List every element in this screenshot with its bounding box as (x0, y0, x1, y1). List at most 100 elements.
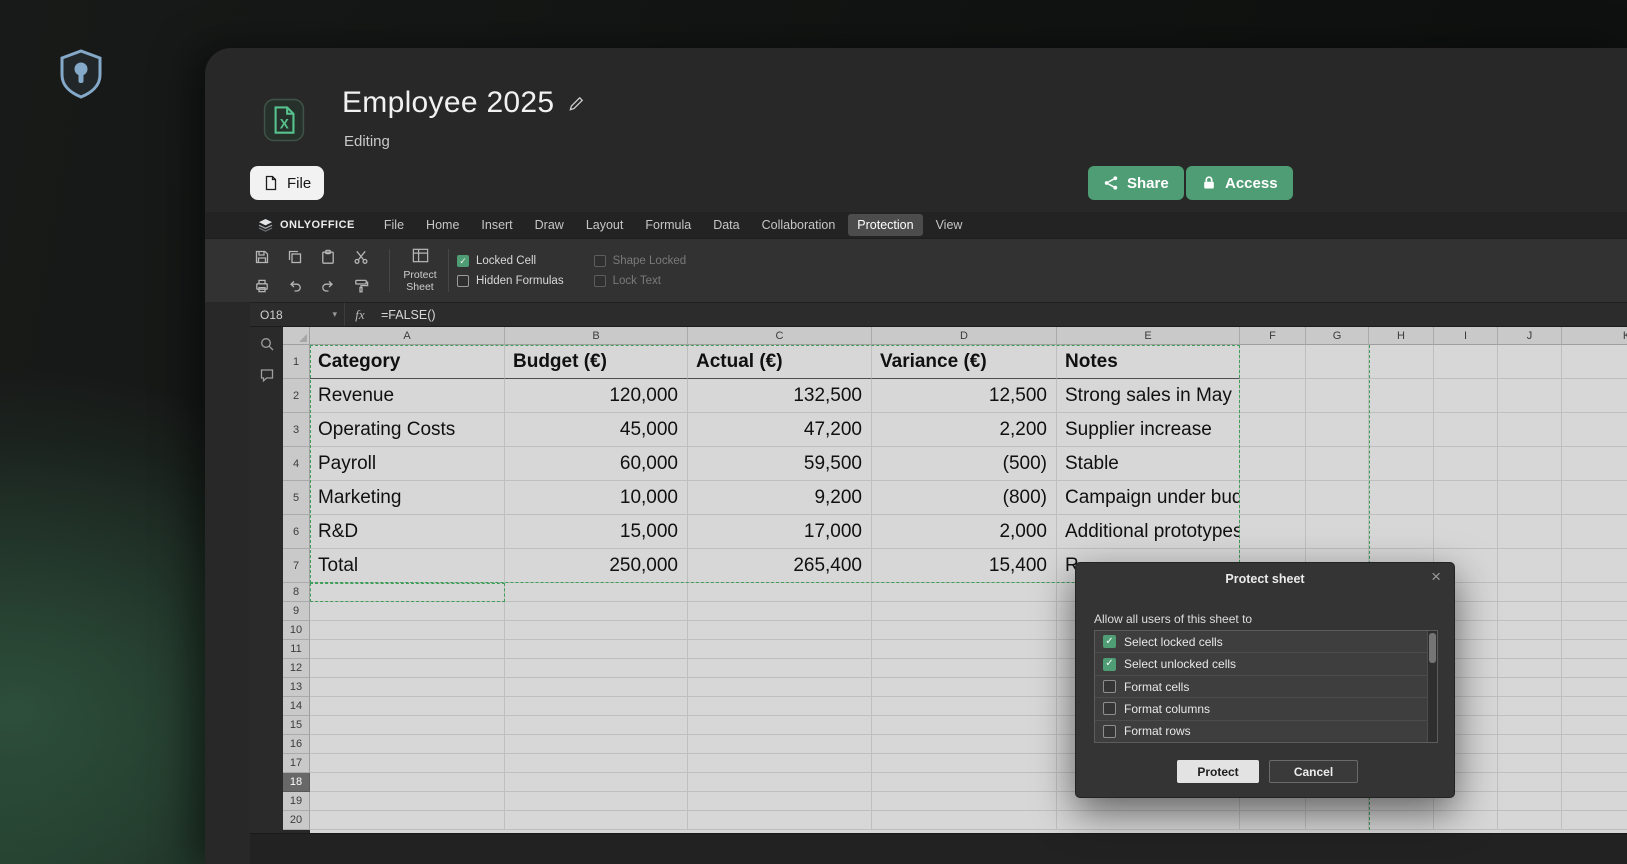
cell-I6[interactable] (1434, 515, 1498, 549)
cell-K15[interactable] (1562, 716, 1627, 735)
cell-C2[interactable]: 132,500 (688, 379, 872, 413)
row-header-4[interactable]: 4 (283, 447, 310, 481)
tab-formula[interactable]: Formula (636, 214, 700, 236)
cell-E3[interactable]: Supplier increase (1057, 413, 1240, 447)
cell-H20[interactable] (1369, 811, 1434, 830)
cell-A11[interactable] (310, 640, 505, 659)
cell-J14[interactable] (1498, 697, 1562, 716)
cell-name-box[interactable]: O18 ▾ (250, 303, 345, 326)
cell-G1[interactable] (1306, 345, 1369, 379)
row-header-13[interactable]: 13 (283, 678, 310, 697)
cell-G4[interactable] (1306, 447, 1369, 481)
cell-B18[interactable] (505, 773, 688, 792)
cell-D10[interactable] (872, 621, 1057, 640)
column-header-G[interactable]: G (1306, 327, 1369, 345)
cell-F4[interactable] (1240, 447, 1306, 481)
cell-C15[interactable] (688, 716, 872, 735)
cell-B6[interactable]: 15,000 (505, 515, 688, 549)
save-button[interactable] (253, 248, 270, 265)
cell-C18[interactable] (688, 773, 872, 792)
cell-G20[interactable] (1306, 811, 1369, 830)
cell-B20[interactable] (505, 811, 688, 830)
shape-locked-checkbox[interactable] (594, 255, 606, 267)
cell-B17[interactable] (505, 754, 688, 773)
column-header-J[interactable]: J (1498, 327, 1562, 345)
cell-F20[interactable] (1240, 811, 1306, 830)
cell-J19[interactable] (1498, 792, 1562, 811)
cell-D12[interactable] (872, 659, 1057, 678)
cell-D11[interactable] (872, 640, 1057, 659)
print-button[interactable] (253, 277, 270, 294)
cell-A10[interactable] (310, 621, 505, 640)
cell-A5[interactable]: Marketing (310, 481, 505, 515)
row-header-5[interactable]: 5 (283, 481, 310, 515)
cell-J17[interactable] (1498, 754, 1562, 773)
cell-C11[interactable] (688, 640, 872, 659)
cell-J7[interactable] (1498, 549, 1562, 583)
cell-K3[interactable] (1562, 413, 1627, 447)
cell-H2[interactable] (1369, 379, 1434, 413)
cell-C5[interactable]: 9,200 (688, 481, 872, 515)
dialog-option-select-unlocked-cells[interactable]: ✓Select unlocked cells (1095, 653, 1437, 675)
cell-K2[interactable] (1562, 379, 1627, 413)
cell-K1[interactable] (1562, 345, 1627, 379)
undo-button[interactable] (286, 277, 303, 294)
cell-K12[interactable] (1562, 659, 1627, 678)
cell-K8[interactable] (1562, 583, 1627, 602)
cell-D3[interactable]: 2,200 (872, 413, 1057, 447)
cell-B15[interactable] (505, 716, 688, 735)
cell-A9[interactable] (310, 602, 505, 621)
cell-K14[interactable] (1562, 697, 1627, 716)
cell-A14[interactable] (310, 697, 505, 716)
cell-D5[interactable]: (800) (872, 481, 1057, 515)
tab-protection[interactable]: Protection (848, 214, 922, 236)
cell-J9[interactable] (1498, 602, 1562, 621)
cell-B10[interactable] (505, 621, 688, 640)
cell-J10[interactable] (1498, 621, 1562, 640)
scrollbar-thumb[interactable] (1429, 633, 1436, 663)
cell-I1[interactable] (1434, 345, 1498, 379)
row-header-9[interactable]: 9 (283, 602, 310, 621)
cell-J8[interactable] (1498, 583, 1562, 602)
cell-C20[interactable] (688, 811, 872, 830)
row-header-14[interactable]: 14 (283, 697, 310, 716)
cell-B9[interactable] (505, 602, 688, 621)
cell-J4[interactable] (1498, 447, 1562, 481)
select-unlocked-cells-checkbox[interactable]: ✓ (1103, 658, 1116, 671)
cell-K19[interactable] (1562, 792, 1627, 811)
cell-I4[interactable] (1434, 447, 1498, 481)
cell-D16[interactable] (872, 735, 1057, 754)
cell-B8[interactable] (505, 583, 688, 602)
copy-button[interactable] (286, 248, 303, 265)
select-all-corner[interactable] (283, 327, 310, 345)
cell-A15[interactable] (310, 716, 505, 735)
cell-J13[interactable] (1498, 678, 1562, 697)
cell-A2[interactable]: Revenue (310, 379, 505, 413)
lock-text-checkbox[interactable] (594, 275, 606, 287)
cell-K5[interactable] (1562, 481, 1627, 515)
protect-sheet-button[interactable]: Protect Sheet (395, 246, 445, 293)
row-header-19[interactable]: 19 (283, 792, 310, 811)
cell-D13[interactable] (872, 678, 1057, 697)
cell-G6[interactable] (1306, 515, 1369, 549)
cell-H4[interactable] (1369, 447, 1434, 481)
cell-A4[interactable]: Payroll (310, 447, 505, 481)
cell-F6[interactable] (1240, 515, 1306, 549)
row-header-10[interactable]: 10 (283, 621, 310, 640)
cell-H1[interactable] (1369, 345, 1434, 379)
cell-G5[interactable] (1306, 481, 1369, 515)
cell-C7[interactable]: 265,400 (688, 549, 872, 583)
tab-layout[interactable]: Layout (577, 214, 633, 236)
row-header-2[interactable]: 2 (283, 379, 310, 413)
row-header-6[interactable]: 6 (283, 515, 310, 549)
rename-pencil-icon[interactable] (568, 95, 585, 112)
cell-J18[interactable] (1498, 773, 1562, 792)
row-header-18[interactable]: 18 (283, 773, 310, 792)
cell-D7[interactable]: 15,400 (872, 549, 1057, 583)
comment-icon[interactable] (259, 367, 275, 383)
row-header-16[interactable]: 16 (283, 735, 310, 754)
toolbar-checkbox-hidden-formulas[interactable]: Hidden Formulas (457, 271, 564, 291)
row-header-11[interactable]: 11 (283, 640, 310, 659)
dialog-option-format-rows[interactable]: Format rows (1095, 721, 1437, 742)
insert-function-button[interactable]: fx (345, 307, 375, 323)
